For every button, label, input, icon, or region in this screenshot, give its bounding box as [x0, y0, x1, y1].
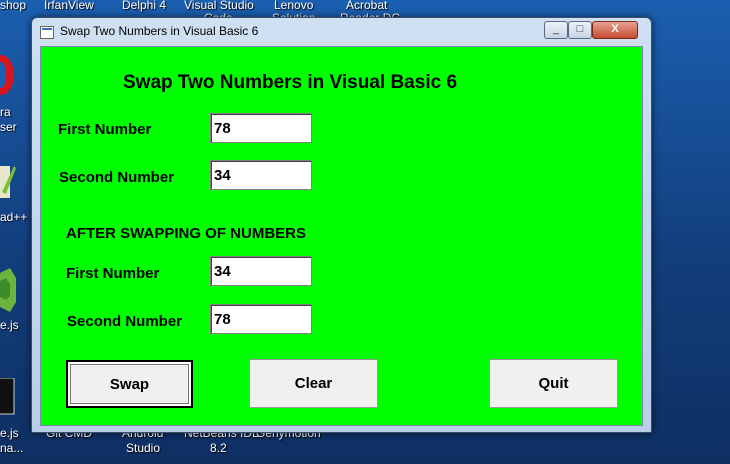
second-number-label: Second Number [59, 169, 175, 186]
desktop-label-shop[interactable]: shop [0, 0, 26, 12]
after-first-number-input[interactable] [210, 256, 312, 286]
desktop-label-nodejs2-1: e.js [0, 426, 19, 440]
title-bar[interactable]: Swap Two Numbers in Visual Basic 6 _ □ X [32, 18, 651, 46]
first-number-input[interactable] [210, 113, 312, 143]
desktop-label-opera-2: ser [0, 120, 17, 134]
form-client-area: Swap Two Numbers in Visual Basic 6 First… [40, 46, 643, 426]
desktop-label-irfanview[interactable]: IrfanView [44, 0, 94, 12]
notepad-plus-plus-icon[interactable] [0, 162, 16, 202]
clear-button[interactable]: Clear [249, 359, 378, 408]
close-button[interactable]: X [592, 21, 638, 39]
desktop-label-nodejs: e.js [0, 318, 19, 332]
desktop-label-netbeans-line2: 8.2 [210, 441, 227, 455]
quit-button[interactable]: Quit [489, 359, 618, 408]
desktop-label-delphi[interactable]: Delphi 4 [122, 0, 166, 12]
desktop-label-nodejs2-2: na... [0, 441, 24, 455]
first-number-label: First Number [58, 121, 152, 138]
minimize-button[interactable]: _ [544, 21, 568, 39]
desktop-label-android-line2: Studio [126, 441, 161, 455]
app-window-icon [40, 26, 54, 39]
nodejs-icon[interactable] [0, 268, 16, 312]
desktop-label-notepad: ad++ [0, 210, 28, 224]
form-heading: Swap Two Numbers in Visual Basic 6 [123, 72, 458, 93]
swap-button[interactable]: Swap [66, 360, 193, 408]
after-second-number-input[interactable] [210, 304, 312, 334]
opera-icon[interactable] [0, 52, 16, 98]
nodejs-command-prompt-icon[interactable] [0, 377, 16, 416]
after-first-number-label: First Number [66, 265, 160, 282]
close-icon: X [611, 23, 619, 35]
app-window: Swap Two Numbers in Visual Basic 6 _ □ X… [31, 17, 652, 433]
window-title: Swap Two Numbers in Visual Basic 6 [60, 24, 259, 38]
after-swapping-heading: AFTER SWAPPING OF NUMBERS [66, 225, 307, 242]
maximize-button[interactable]: □ [568, 21, 592, 39]
after-second-number-label: Second Number [67, 313, 183, 330]
second-number-input[interactable] [210, 160, 312, 190]
desktop-label-opera-1: ra [0, 105, 11, 119]
minimize-icon: _ [552, 23, 560, 35]
maximize-icon: □ [576, 23, 584, 35]
